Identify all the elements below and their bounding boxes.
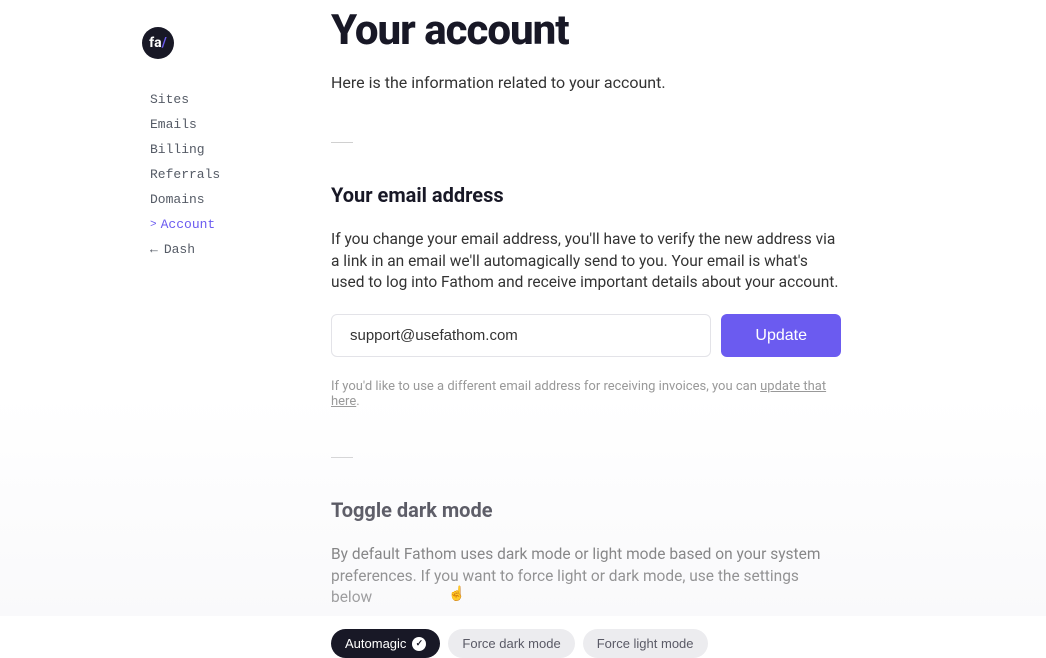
sidebar-item-domains[interactable]: Domains [140,187,280,212]
sidebar-item-account[interactable]: >Account [140,212,280,237]
sidebar-item-emails[interactable]: Emails [140,112,280,137]
logo-text: fa [149,35,162,51]
arrow-left-icon: ← [150,242,158,257]
email-section-desc: If you change your email address, you'll… [331,229,841,294]
darkmode-option-automagic[interactable]: Automagic ✓ [331,629,440,658]
logo[interactable]: fa/ [142,27,174,59]
darkmode-option-force-dark[interactable]: Force dark mode [448,629,574,658]
check-icon: ✓ [412,637,426,651]
sidebar-item-sites[interactable]: Sites [140,87,280,112]
update-button[interactable]: Update [721,314,841,357]
sidebar-item-referrals[interactable]: Referrals [140,162,280,187]
sidebar: fa/ Sites Emails Billing Referrals Domai… [140,27,280,262]
nav-list: Sites Emails Billing Referrals Domains >… [140,87,280,262]
chevron-right-icon: > [150,219,157,231]
sidebar-item-billing[interactable]: Billing [140,137,280,162]
invoice-help-text: If you'd like to use a different email a… [331,379,841,409]
darkmode-section-title: Toggle dark mode [331,498,841,522]
darkmode-section-desc: By default Fathom uses dark mode or ligh… [331,544,841,609]
email-section-title: Your email address [331,183,841,207]
logo-slash: / [162,35,167,51]
divider [331,142,353,143]
darkmode-option-force-light[interactable]: Force light mode [583,629,708,658]
darkmode-toggle-row: Automagic ✓ Force dark mode Force light … [331,629,841,658]
main-content: Your account Here is the information rel… [331,0,841,658]
email-row: Update [331,314,841,357]
page-subtitle: Here is the information related to your … [331,73,841,92]
page-title: Your account [331,6,841,55]
divider [331,457,353,458]
sidebar-item-dash[interactable]: ←Dash [140,237,280,262]
email-input[interactable] [331,314,711,357]
